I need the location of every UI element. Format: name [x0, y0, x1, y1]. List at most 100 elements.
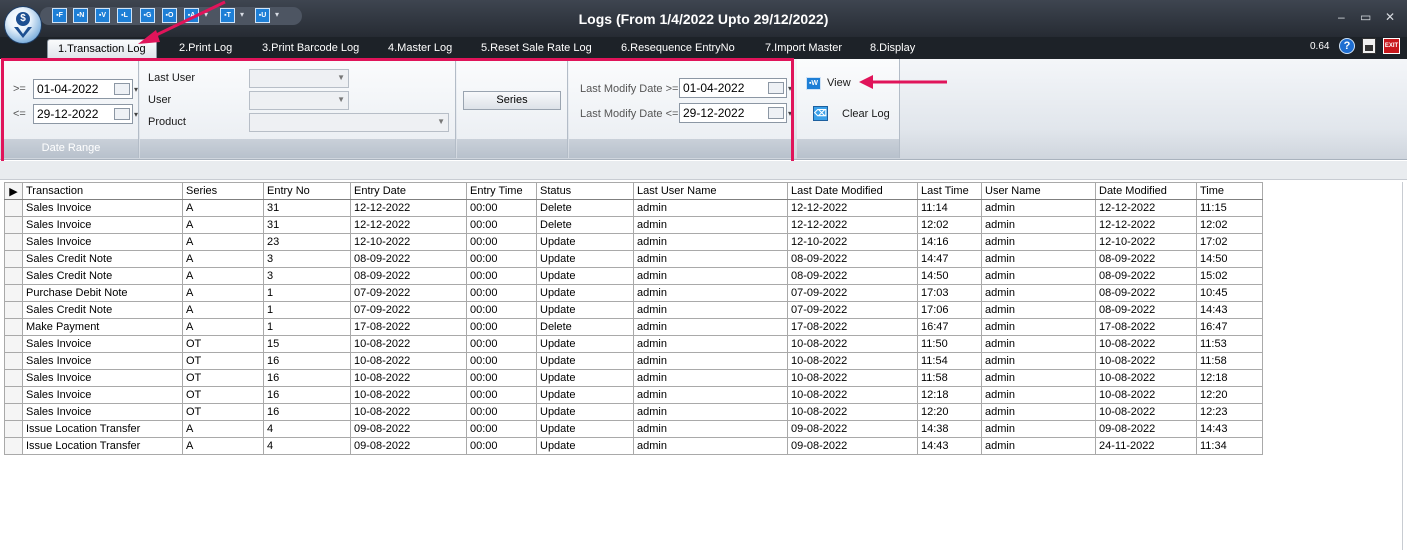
- row-selector[interactable]: [4, 420, 23, 438]
- row-selector[interactable]: [4, 403, 23, 421]
- table-cell: admin: [633, 301, 788, 319]
- table-cell: 07-09-2022: [787, 284, 918, 302]
- table-cell: 14:43: [1196, 301, 1263, 319]
- help-icon[interactable]: ?: [1339, 38, 1355, 54]
- table-cell: 17-08-2022: [350, 318, 467, 336]
- table-cell: admin: [981, 437, 1096, 455]
- tab-import-master[interactable]: 7.Import Master: [765, 39, 842, 59]
- table-row[interactable]: Sales Credit Note A 3 08-09-2022 00:00 Update…: [4, 250, 1263, 268]
- column-header[interactable]: Entry No: [263, 182, 351, 200]
- column-header[interactable]: Transaction: [22, 182, 183, 200]
- view-icon[interactable]: ▪W: [806, 77, 821, 90]
- table-row[interactable]: Sales Invoice A 31 12-12-2022 00:00 Delete adm…: [4, 199, 1263, 217]
- row-selector-header[interactable]: ▶: [4, 182, 23, 200]
- table-row[interactable]: Sales Invoice OT 16 10-08-2022 00:00 Update ad…: [4, 386, 1263, 404]
- table-row[interactable]: Sales Invoice OT 16 10-08-2022 00:00 Update ad…: [4, 369, 1263, 387]
- column-header[interactable]: Date Modified: [1095, 182, 1197, 200]
- row-selector[interactable]: [4, 233, 23, 251]
- table-row[interactable]: Sales Invoice A 23 12-10-2022 00:00 Update adm…: [4, 233, 1263, 251]
- tab-print-log[interactable]: 2.Print Log: [179, 39, 232, 59]
- table-cell: 17-08-2022: [1095, 318, 1197, 336]
- table-cell: admin: [633, 199, 788, 217]
- application-menu-button[interactable]: $: [4, 6, 42, 44]
- column-header[interactable]: Time: [1196, 182, 1263, 200]
- table-row[interactable]: Issue Location Transfer A 4 09-08-2022 00:00…: [4, 420, 1263, 438]
- table-cell: 3: [263, 250, 351, 268]
- tab-resequence-entryno[interactable]: 6.Resequence EntryNo: [621, 39, 735, 59]
- table-cell: Sales Invoice: [22, 233, 183, 251]
- calendar-icon[interactable]: [768, 105, 792, 123]
- row-selector[interactable]: [4, 301, 23, 319]
- table-cell: Update: [536, 301, 634, 319]
- document-icon[interactable]: [1362, 38, 1376, 54]
- table-cell: A: [182, 284, 264, 302]
- table-cell: A: [182, 267, 264, 285]
- table-row[interactable]: Issue Location Transfer A 4 09-08-2022 00:00…: [4, 437, 1263, 455]
- calendar-icon[interactable]: [114, 106, 138, 124]
- table-row[interactable]: Purchase Debit Note A 1 07-09-2022 00:00 Upda…: [4, 284, 1263, 302]
- row-selector[interactable]: [4, 386, 23, 404]
- modify-to-date-field[interactable]: 29-12-2022: [679, 103, 792, 123]
- table-cell: admin: [633, 233, 788, 251]
- close-button[interactable]: ✕: [1385, 10, 1395, 24]
- table-cell: admin: [633, 403, 788, 421]
- column-header[interactable]: Entry Time: [466, 182, 537, 200]
- minimize-button[interactable]: –: [1338, 10, 1345, 24]
- table-row[interactable]: Sales Invoice OT 16 10-08-2022 00:00 Update ad…: [4, 403, 1263, 421]
- table-row[interactable]: Sales Credit Note A 1 07-09-2022 00:00 Update…: [4, 301, 1263, 319]
- view-button[interactable]: View: [827, 77, 851, 89]
- row-selector[interactable]: [4, 284, 23, 302]
- tab-reset-sale-rate-log[interactable]: 5.Reset Sale Rate Log: [481, 39, 592, 59]
- row-selector[interactable]: [4, 250, 23, 268]
- exit-icon[interactable]: EXIT: [1383, 38, 1400, 54]
- column-header[interactable]: Series: [182, 182, 264, 200]
- table-row[interactable]: Sales Invoice A 31 12-12-2022 00:00 Delete adm…: [4, 216, 1263, 234]
- calendar-icon[interactable]: [768, 80, 792, 98]
- from-date-field[interactable]: 01-04-2022: [33, 79, 138, 99]
- table-cell: admin: [633, 386, 788, 404]
- row-selector[interactable]: [4, 335, 23, 353]
- row-selector[interactable]: [4, 437, 23, 455]
- maximize-button[interactable]: ▭: [1360, 10, 1371, 24]
- table-cell: 12:02: [1196, 216, 1263, 234]
- column-header[interactable]: Last User Name: [633, 182, 788, 200]
- tab-transaction-log[interactable]: 1.Transaction Log: [47, 39, 157, 59]
- tab-master-log[interactable]: 4.Master Log: [388, 39, 452, 59]
- last-user-select[interactable]: ▼: [249, 69, 349, 88]
- product-select[interactable]: ▼: [249, 113, 449, 132]
- row-selector[interactable]: [4, 318, 23, 336]
- row-selector[interactable]: [4, 369, 23, 387]
- table-cell: admin: [981, 250, 1096, 268]
- table-row[interactable]: Sales Invoice OT 16 10-08-2022 00:00 Update ad…: [4, 352, 1263, 370]
- table-row[interactable]: Sales Credit Note A 3 08-09-2022 00:00 Update…: [4, 267, 1263, 285]
- modify-from-date-field[interactable]: 01-04-2022: [679, 78, 792, 98]
- row-selector[interactable]: [4, 352, 23, 370]
- column-header[interactable]: Entry Date: [350, 182, 467, 200]
- table-row[interactable]: Sales Invoice OT 15 10-08-2022 00:00 Update ad…: [4, 335, 1263, 353]
- table-cell: 4: [263, 420, 351, 438]
- to-date-field[interactable]: 29-12-2022: [33, 104, 138, 124]
- column-header[interactable]: Last Time: [917, 182, 982, 200]
- from-date-label: >=: [13, 83, 26, 95]
- table-cell: OT: [182, 403, 264, 421]
- table-cell: 00:00: [466, 352, 537, 370]
- table-cell: 12:18: [1196, 369, 1263, 387]
- series-button[interactable]: Series: [463, 91, 561, 110]
- column-header[interactable]: User Name: [981, 182, 1096, 200]
- row-selector[interactable]: [4, 199, 23, 217]
- clear-log-icon[interactable]: ⌫: [813, 106, 828, 121]
- clear-log-button[interactable]: Clear Log: [842, 108, 890, 120]
- tab-print-barcode-log[interactable]: 3.Print Barcode Log: [262, 39, 359, 59]
- table-row[interactable]: Make Payment A 1 17-08-2022 00:00 Delete admin…: [4, 318, 1263, 336]
- column-header[interactable]: Last Date Modified: [787, 182, 918, 200]
- user-select[interactable]: ▼: [249, 91, 349, 110]
- table-cell: A: [182, 301, 264, 319]
- grid-right-border: [1402, 182, 1403, 550]
- row-selector[interactable]: [4, 216, 23, 234]
- calendar-icon[interactable]: [114, 81, 138, 99]
- column-header[interactable]: Status: [536, 182, 634, 200]
- row-selector[interactable]: [4, 267, 23, 285]
- table-cell: 15:02: [1196, 267, 1263, 285]
- modify-from-value: 01-04-2022: [683, 81, 745, 95]
- tab-display[interactable]: 8.Display: [870, 39, 915, 59]
